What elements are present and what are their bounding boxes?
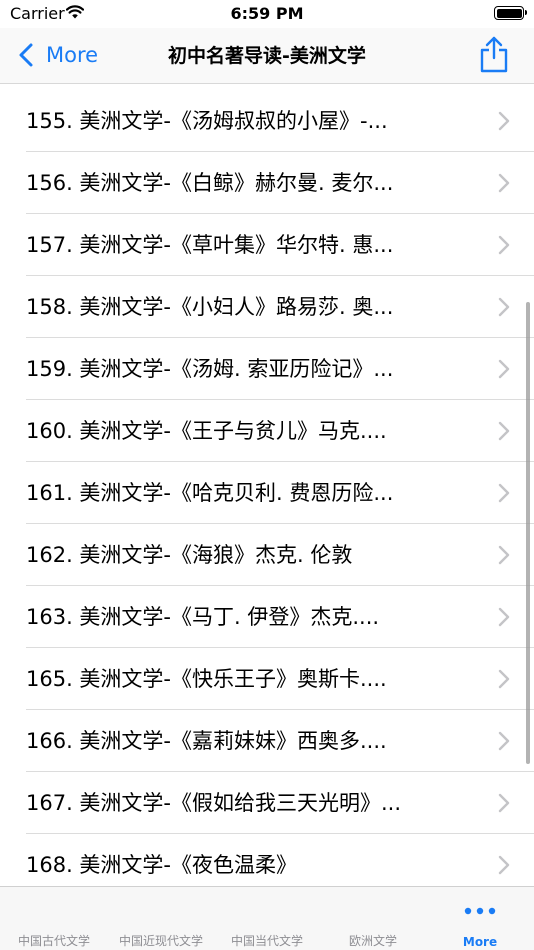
list-item-title: 167. 美洲文学-《假如给我三天光明》... (26, 791, 402, 815)
chevron-right-icon (498, 235, 510, 255)
tab-label: 中国近现代文学 (118, 934, 203, 948)
list-item[interactable]: 161. 美洲文学-《哈克贝利. 费恩历险... (0, 462, 534, 524)
chevron-right-icon (498, 855, 510, 875)
chevron-right-icon (498, 669, 510, 689)
chevron-right-icon (498, 421, 510, 441)
list-item[interactable]: 160. 美洲文学-《王子与贫儿》马克.... (0, 400, 534, 462)
scroll-indicator[interactable] (526, 302, 530, 764)
list-item[interactable]: 167. 美洲文学-《假如给我三天光明》... (0, 772, 534, 834)
list-item-title: 160. 美洲文学-《王子与贫儿》马克.... (26, 419, 387, 443)
more-dots-icon (464, 907, 496, 915)
list-item-title: 159. 美洲文学-《汤姆. 索亚历险记》... (26, 357, 394, 381)
tab-label: More (462, 935, 498, 949)
list-item[interactable]: 162. 美洲文学-《海狼》杰克. 伦敦 (0, 524, 534, 586)
status-time: 6:59 PM (230, 4, 304, 23)
list-item-title: 157. 美洲文学-《草叶集》华尔特. 惠... (26, 233, 394, 257)
navigation-bar: More 初中名著导读-美洲文学 (0, 28, 534, 84)
list-item[interactable]: 157. 美洲文学-《草叶集》华尔特. 惠... (0, 214, 534, 276)
tab-bar: 中国古代文学 中国近现代文学 中国当代文学 欧洲文学 More (0, 886, 534, 950)
tab-contemporary-chinese-literature[interactable]: 中国当代文学 (214, 887, 320, 950)
list-item-title: 158. 美洲文学-《小妇人》路易莎. 奥... (26, 295, 394, 319)
list-item-title: 156. 美洲文学-《白鲸》赫尔曼. 麦尔... (26, 171, 394, 195)
list-item-title: 163. 美洲文学-《马丁. 伊登》杰克.... (26, 605, 380, 629)
list-item[interactable]: 168. 美洲文学-《夜色温柔》 (0, 834, 534, 886)
list-item[interactable]: 166. 美洲文学-《嘉莉妹妹》西奥多.... (0, 710, 534, 772)
list-item[interactable]: 165. 美洲文学-《快乐王子》奥斯卡.... (0, 648, 534, 710)
chevron-right-icon (498, 545, 510, 565)
list-item[interactable]: 156. 美洲文学-《白鲸》赫尔曼. 麦尔... (0, 152, 534, 214)
list-item-title: 165. 美洲文学-《快乐王子》奥斯卡.... (26, 667, 387, 691)
list-item[interactable]: 159. 美洲文学-《汤姆. 索亚历险记》... (0, 338, 534, 400)
tab-ancient-chinese-literature[interactable]: 中国古代文学 (0, 887, 108, 950)
list-item-title: 166. 美洲文学-《嘉莉妹妹》西奥多.... (26, 729, 387, 753)
battery-icon (494, 6, 527, 20)
share-icon[interactable] (478, 36, 510, 74)
tab-label: 中国当代文学 (230, 934, 303, 948)
list-item-title: 155. 美洲文学-《汤姆叔叔的小屋》-... (26, 109, 388, 133)
tab-modern-chinese-literature[interactable]: 中国近现代文学 (108, 887, 214, 950)
chevron-right-icon (498, 111, 510, 131)
list-item-title: 162. 美洲文学-《海狼》杰克. 伦敦 (26, 543, 353, 567)
tab-label: 中国古代文学 (17, 934, 90, 948)
article-list-items: 155. 美洲文学-《汤姆叔叔的小屋》-... 156. 美洲文学-《白鲸》赫尔曼… (0, 90, 534, 886)
page-title: 初中名著导读-美洲文学 (168, 45, 366, 67)
list-item[interactable]: 163. 美洲文学-《马丁. 伊登》杰克.... (0, 586, 534, 648)
chevron-right-icon (498, 483, 510, 503)
tab-european-literature[interactable]: 欧洲文学 (320, 887, 426, 950)
chevron-right-icon (498, 793, 510, 813)
list-item[interactable]: 158. 美洲文学-《小妇人》路易莎. 奥... (0, 276, 534, 338)
chevron-right-icon (498, 359, 510, 379)
tab-more[interactable]: More (426, 887, 534, 950)
chevron-right-icon (498, 297, 510, 317)
tab-label: 欧洲文学 (348, 934, 397, 948)
article-list[interactable]: 155. 美洲文学-《汤姆叔叔的小屋》-... 156. 美洲文学-《白鲸》赫尔曼… (0, 90, 534, 886)
list-item-title: 161. 美洲文学-《哈克贝利. 费恩历险... (26, 481, 394, 505)
list-item-title: 168. 美洲文学-《夜色温柔》 (26, 853, 298, 877)
status-bar: Carrier 6:59 PM (0, 0, 534, 28)
chevron-right-icon (498, 173, 510, 193)
chevron-right-icon (498, 731, 510, 751)
list-item[interactable]: 155. 美洲文学-《汤姆叔叔的小屋》-... (0, 90, 534, 152)
chevron-right-icon (498, 607, 510, 627)
